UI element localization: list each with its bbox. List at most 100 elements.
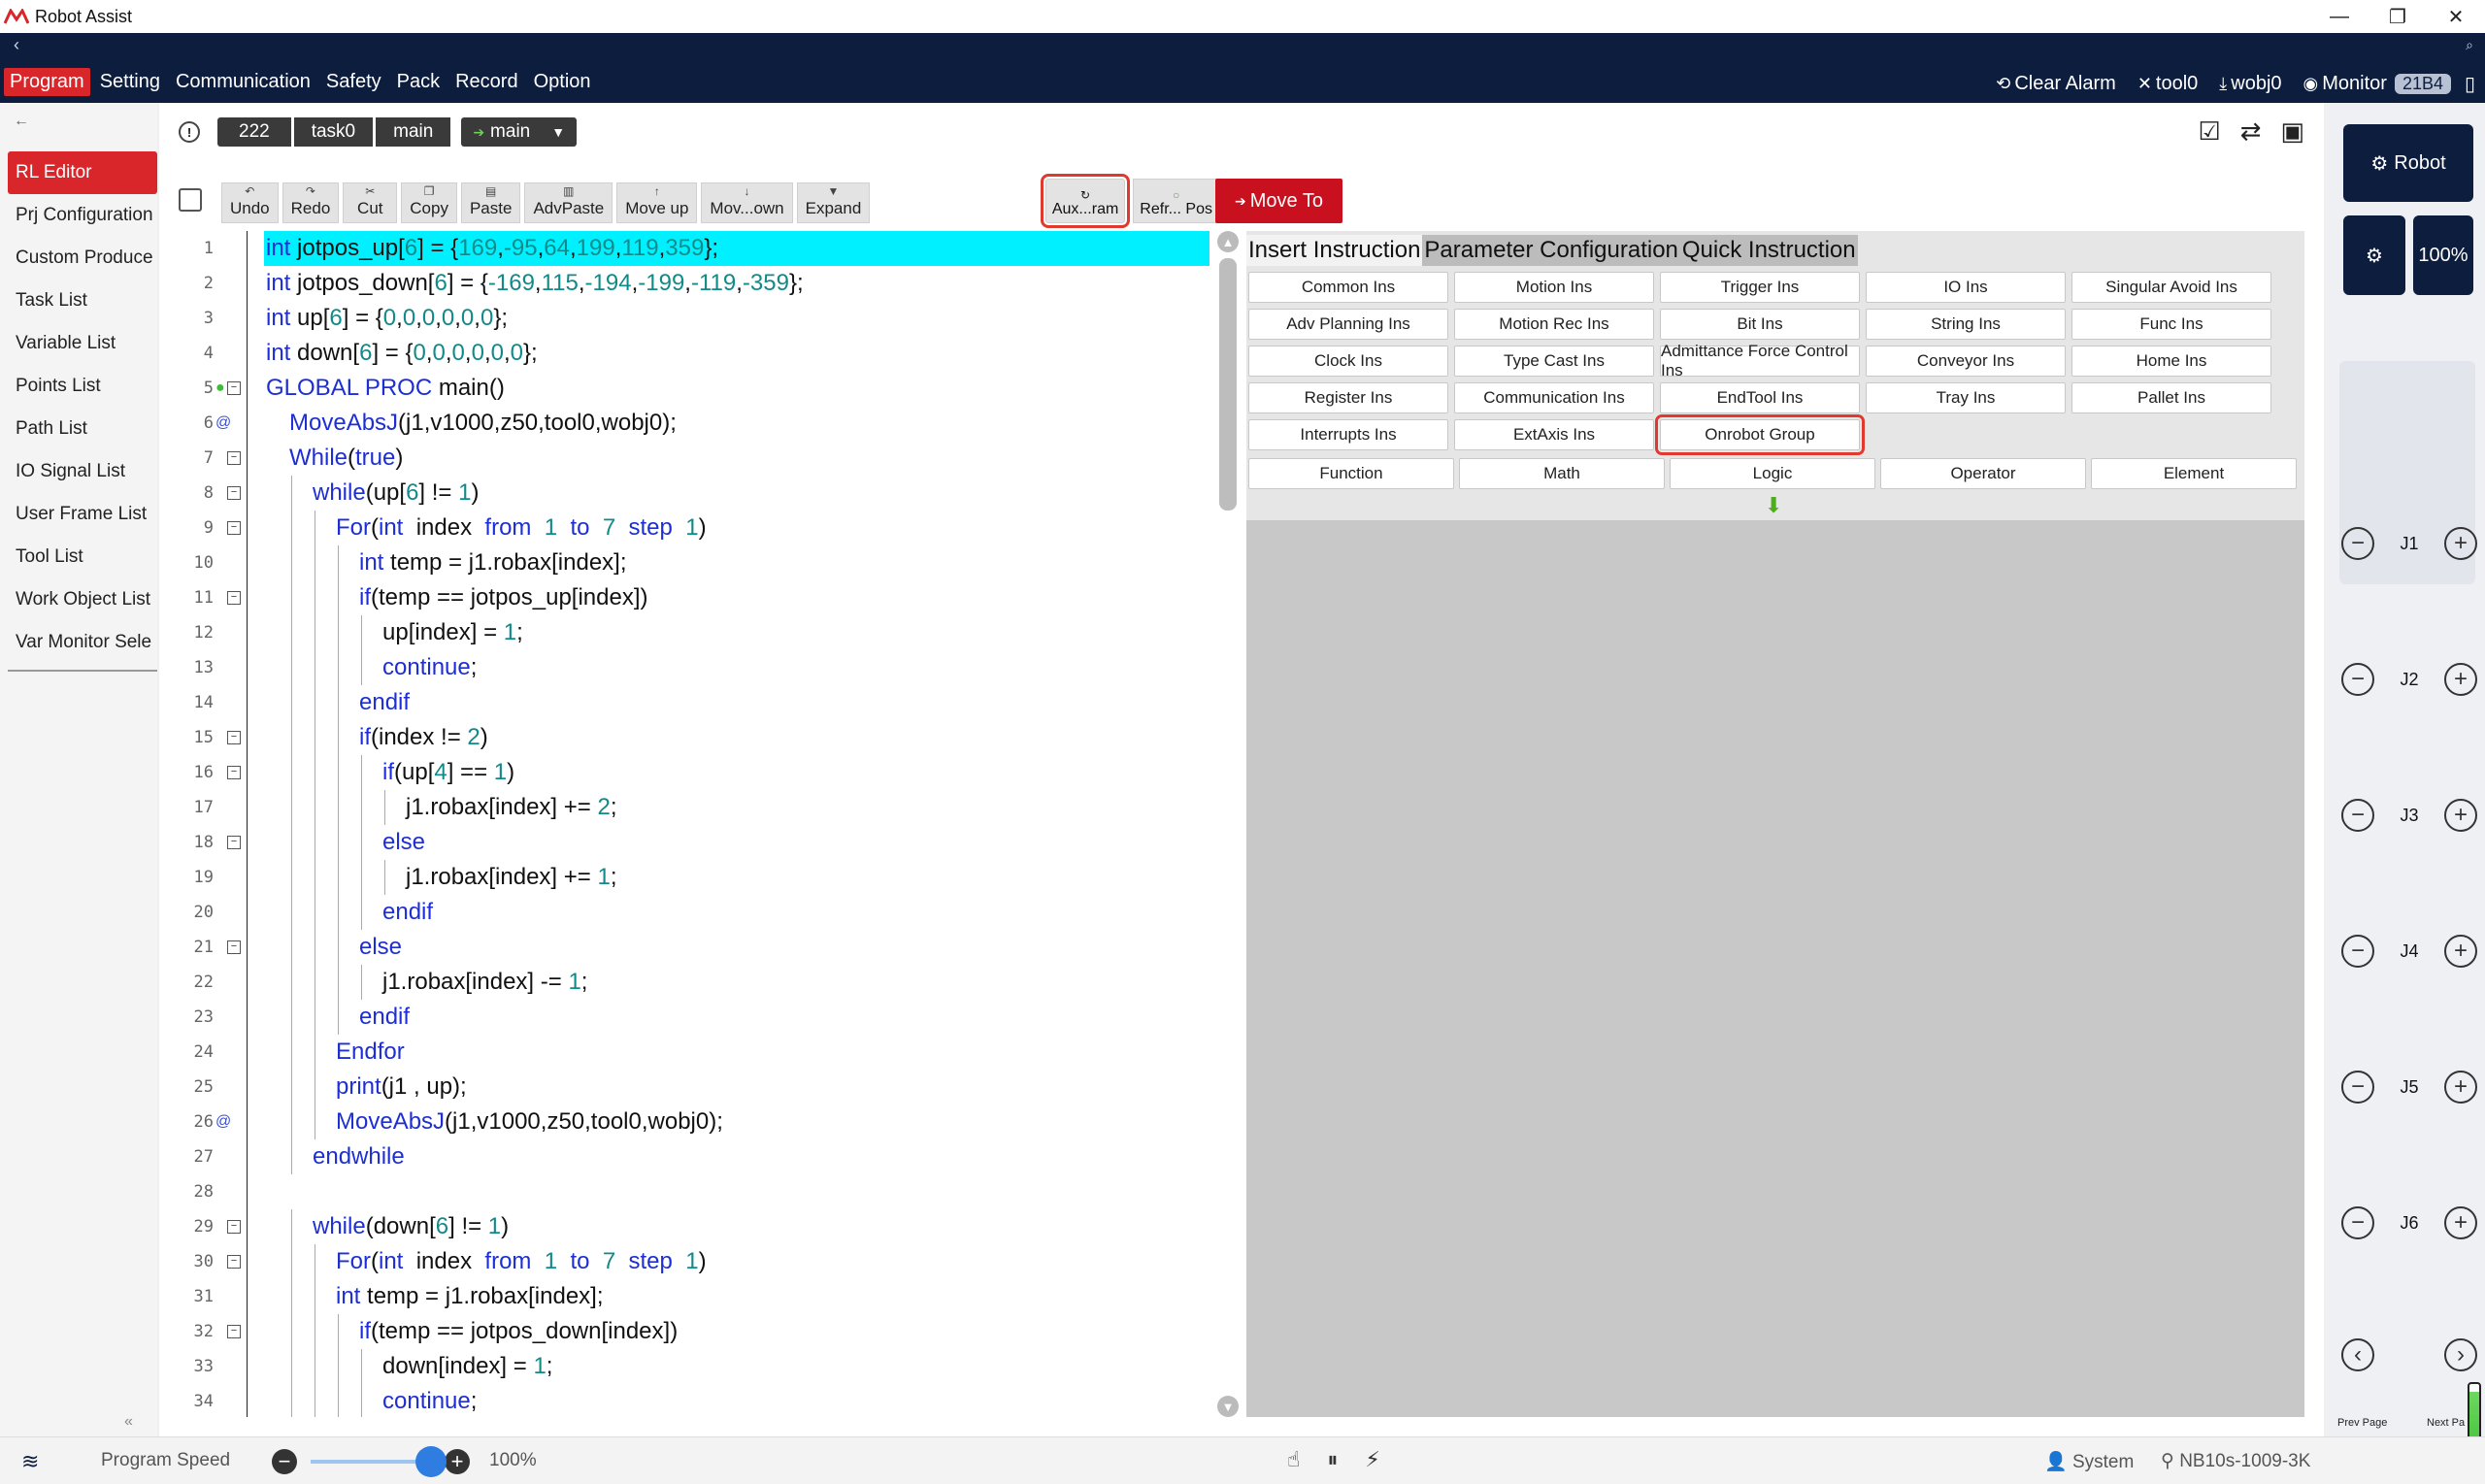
- instruction-group-button[interactable]: Admittance Force Control Ins: [1660, 342, 1860, 379]
- save-icon[interactable]: [179, 188, 202, 212]
- menu-safety[interactable]: Safety: [320, 68, 387, 96]
- instruction-group-button[interactable]: String Ins: [1866, 309, 2066, 340]
- code-line[interactable]: 30− For(int index from 1 to 7 step 1): [181, 1244, 1209, 1279]
- code-line[interactable]: 4 int down[6] = {0,0,0,0,0,0};: [181, 336, 1209, 371]
- sidebar-item-prj-configuration[interactable]: Prj Configuration: [8, 194, 157, 237]
- program-speed-slider[interactable]: − +: [272, 1446, 470, 1477]
- code-line[interactable]: 7− While(true): [181, 441, 1209, 476]
- instruction-group-button[interactable]: Trigger Ins: [1660, 272, 1860, 303]
- joint-minus-icon[interactable]: −: [2341, 1206, 2374, 1239]
- code-line[interactable]: 25 print(j1 , up);: [181, 1070, 1209, 1105]
- prev-page-icon[interactable]: ‹: [2341, 1338, 2374, 1371]
- menu-pack[interactable]: Pack: [391, 68, 446, 96]
- fold-toggle-icon[interactable]: −: [227, 451, 241, 465]
- category-button[interactable]: Function: [1248, 458, 1454, 489]
- collapse-icon[interactable]: ←: [14, 113, 29, 130]
- speed-knob[interactable]: [415, 1446, 447, 1477]
- pause-icon[interactable]: ⏸: [1327, 1447, 1338, 1472]
- code-line[interactable]: 28: [181, 1174, 1209, 1209]
- code-line[interactable]: 29− while(down[6] != 1): [181, 1209, 1209, 1244]
- joint-minus-icon[interactable]: −: [2341, 663, 2374, 696]
- cut-button[interactable]: ✂ Cut: [343, 182, 398, 223]
- tab-quick-instruction[interactable]: Quick Instruction: [1680, 235, 1858, 266]
- advpaste-button[interactable]: ▥ AdvPaste: [524, 182, 613, 223]
- editor-scrollbar[interactable]: ▲ ▼: [1217, 231, 1239, 1417]
- fold-toggle-icon[interactable]: −: [227, 1220, 241, 1234]
- code-line[interactable]: 31 int temp = j1.robax[index];: [181, 1279, 1209, 1314]
- clear-alarm-button[interactable]: ⟲ Clear Alarm: [1996, 73, 2116, 95]
- instruction-group-button[interactable]: EndTool Ins: [1660, 382, 1860, 413]
- monitor-button[interactable]: ◉ Monitor 21B4: [2303, 73, 2451, 95]
- instruction-group-button[interactable]: Clock Ins: [1248, 346, 1448, 377]
- redo-button[interactable]: ↷ Redo: [282, 182, 340, 223]
- code-line[interactable]: 24 Endfor: [181, 1035, 1209, 1070]
- paste-button[interactable]: ▤ Paste: [460, 182, 521, 223]
- code-line[interactable]: 1 int jotpos_up[6] = {169,-95,64,199,119,…: [181, 231, 1209, 266]
- code-line[interactable]: 9− For(int index from 1 to 7 step 1): [181, 511, 1209, 545]
- joint-minus-icon[interactable]: −: [2341, 799, 2374, 832]
- joint-plus-icon[interactable]: +: [2443, 663, 2477, 696]
- instruction-group-button[interactable]: Adv Planning Ins: [1248, 309, 1448, 340]
- code-line[interactable]: 16− if(up[4] == 1): [181, 755, 1209, 790]
- scroll-up-icon[interactable]: ▲: [1217, 231, 1239, 252]
- code-line[interactable]: 8− while(up[6] != 1): [181, 476, 1209, 511]
- category-button[interactable]: Operator: [1880, 458, 2086, 489]
- instruction-group-button[interactable]: Motion Ins: [1454, 272, 1654, 303]
- breadcrumb-routine[interactable]: main: [376, 117, 451, 147]
- fold-toggle-icon[interactable]: −: [227, 940, 241, 954]
- code-line[interactable]: 6 @ MoveAbsJ(j1,v1000,z50,tool0,wobj0);: [181, 406, 1209, 441]
- joint-plus-icon[interactable]: +: [2443, 1071, 2477, 1104]
- code-line[interactable]: 19 j1.robax[index] += 1;: [181, 860, 1209, 895]
- joint-plus-icon[interactable]: +: [2443, 935, 2477, 968]
- sidebar-item-points-list[interactable]: Points List: [8, 365, 157, 408]
- sidebar-item-path-list[interactable]: Path List: [8, 408, 157, 450]
- collapse-sidebar-icon[interactable]: «: [124, 1413, 133, 1431]
- code-line[interactable]: 5 ● − GLOBAL PROC main(): [181, 371, 1209, 406]
- code-line[interactable]: 11− if(temp == jotpos_up[index]): [181, 580, 1209, 615]
- instruction-group-button[interactable]: Singular Avoid Ins: [2071, 272, 2271, 303]
- code-line[interactable]: 18− else: [181, 825, 1209, 860]
- aux-param-button[interactable]: ↻ Aux...ram: [1040, 174, 1131, 228]
- robot-button[interactable]: ⚙ Robot: [2343, 124, 2473, 202]
- fold-toggle-icon[interactable]: −: [227, 836, 241, 849]
- search-icon[interactable]: ⌕: [2466, 37, 2473, 53]
- joint-plus-icon[interactable]: +: [2443, 527, 2477, 560]
- speed-button[interactable]: 100%: [2413, 215, 2473, 295]
- check-icon[interactable]: ☑: [2198, 116, 2220, 147]
- instruction-group-button[interactable]: Home Ins: [2071, 346, 2271, 377]
- instruction-group-button[interactable]: Conveyor Ins: [1866, 346, 2066, 377]
- move-to-button[interactable]: ➔ Move To: [1215, 179, 1342, 223]
- fold-toggle-icon[interactable]: −: [227, 1325, 241, 1338]
- code-line[interactable]: 10 int temp = j1.robax[index];: [181, 545, 1209, 580]
- code-line[interactable]: 27 endwhile: [181, 1139, 1209, 1174]
- instruction-group-button[interactable]: Motion Rec Ins: [1454, 309, 1654, 340]
- fold-toggle-icon[interactable]: −: [227, 731, 241, 744]
- code-line[interactable]: 26 @ MoveAbsJ(j1,v1000,z50,tool0,wobj0);: [181, 1105, 1209, 1139]
- fold-toggle-icon[interactable]: −: [227, 766, 241, 779]
- code-line[interactable]: 20 endif: [181, 895, 1209, 930]
- instruction-group-button[interactable]: Func Ins: [2071, 309, 2271, 340]
- instruction-group-button[interactable]: Tray Ins: [1866, 382, 2066, 413]
- code-line[interactable]: 22 j1.robax[index] -= 1;: [181, 965, 1209, 1000]
- code-line[interactable]: 12 up[index] = 1;: [181, 615, 1209, 650]
- code-line[interactable]: 15− if(index != 2): [181, 720, 1209, 755]
- copy-button[interactable]: ❐ Copy: [401, 182, 457, 223]
- menu-program[interactable]: Program: [4, 67, 90, 96]
- scroll-down-icon[interactable]: ▼: [1217, 1396, 1239, 1417]
- next-page-icon[interactable]: ›: [2444, 1338, 2477, 1371]
- scroll-thumb[interactable]: [1219, 258, 1237, 511]
- menu-option[interactable]: Option: [528, 68, 597, 96]
- tab-parameter-configuration[interactable]: Parameter Configuration: [1422, 235, 1679, 266]
- fold-toggle-icon[interactable]: −: [227, 1255, 241, 1269]
- menu-record[interactable]: Record: [449, 68, 523, 96]
- motion-marker-icon[interactable]: @: [215, 414, 231, 432]
- speed-increase-icon[interactable]: +: [445, 1449, 470, 1474]
- category-button[interactable]: Math: [1459, 458, 1665, 489]
- breadcrumb-task[interactable]: task0: [293, 117, 374, 147]
- sidebar-item-tool-list[interactable]: Tool List: [8, 536, 157, 578]
- breakpoint-icon[interactable]: ●: [215, 379, 225, 397]
- move-down-button[interactable]: ↓ Mov...own: [701, 182, 793, 223]
- hand-icon[interactable]: ☝: [1287, 1447, 1300, 1472]
- code-line[interactable]: 33 down[index] = 1;: [181, 1349, 1209, 1384]
- code-editor[interactable]: 1 int jotpos_up[6] = {169,-95,64,199,119,…: [181, 231, 1209, 1417]
